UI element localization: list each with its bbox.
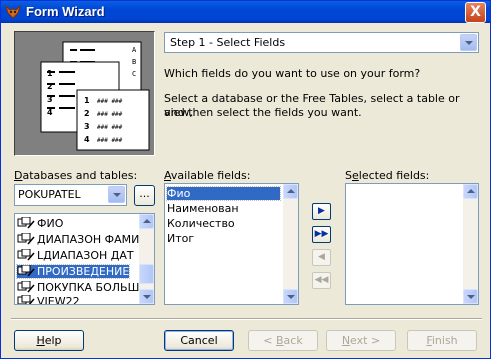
view-icon [17, 294, 35, 304]
available-fields-list[interactable]: Фио Наименован Количество Итог [164, 183, 299, 305]
list-item[interactable]: ПОКУПКА БОЛЬШЕ [17, 280, 146, 294]
selected-scrollbar[interactable] [463, 184, 478, 304]
row-cells: ### ### [97, 137, 123, 144]
row-number: 3 [84, 122, 90, 131]
row-number: 1 [47, 69, 53, 78]
list-item[interactable]: ДИАПАЗОН ФАМИ [17, 232, 139, 246]
table-pages-illustration: A B C 1 2 3 4 ### ### ### ### ### ### ##… [40, 41, 150, 151]
table-icon [17, 264, 35, 277]
scroll-up-icon[interactable] [139, 214, 154, 229]
finish-button[interactable]: Finish [407, 330, 477, 351]
list-item[interactable]: Итог [167, 232, 194, 245]
browse-button[interactable]: ... [134, 185, 155, 206]
form-wizard-window: Form Wizard X A B C 1 2 3 4 ### ### ### … [0, 0, 491, 359]
available-fields-label: Available fields: [164, 169, 251, 182]
row-number: 4 [47, 108, 53, 117]
scroll-thumb[interactable] [139, 264, 154, 284]
database-combo-value: POKUPATEL [18, 188, 81, 201]
wizard-illustration: A B C 1 2 3 4 ### ### ### ### ### ### ##… [14, 31, 155, 156]
row-number: 2 [84, 109, 90, 118]
tables-list[interactable]: ФИО ДИАПАЗОН ФАМИ LДИАПАЗОН ДАТ ПРОИЗВЕД… [14, 213, 155, 305]
back-button[interactable]: < Back [248, 330, 318, 351]
table-icon [17, 232, 35, 245]
row-number: 1 [84, 96, 90, 105]
add-field-button[interactable]: ▶ [312, 203, 331, 220]
col-letter: C [132, 70, 136, 78]
available-scrollbar[interactable] [283, 184, 298, 304]
close-icon: X [470, 4, 481, 20]
instruction-line-2: and then select the fields you want. [164, 106, 362, 119]
step-dropdown[interactable]: Step 1 - Select Fields [164, 32, 479, 53]
next-button[interactable]: Next > [326, 330, 396, 351]
title-bar[interactable]: Form Wizard X [1, 1, 490, 23]
cancel-button[interactable]: Cancel [164, 330, 234, 351]
scroll-track[interactable] [283, 200, 298, 288]
list-item[interactable]: ФИО [17, 216, 63, 230]
row-number: 3 [47, 95, 53, 104]
row-number: 2 [47, 82, 53, 91]
footer-divider [11, 318, 482, 320]
chevron-down-icon[interactable] [108, 186, 125, 203]
scroll-up-icon[interactable] [283, 184, 298, 199]
database-combo[interactable]: POKUPATEL [14, 184, 127, 206]
fox-app-icon [5, 4, 21, 19]
row-cells: ### ### [97, 111, 123, 118]
add-all-fields-button[interactable]: ▶▶ [312, 226, 331, 243]
table-icon [17, 248, 35, 261]
selected-fields-list[interactable] [345, 183, 479, 305]
window-title: Form Wizard [26, 4, 105, 19]
scroll-down-icon[interactable] [139, 289, 154, 304]
databases-label: Databases and tables: [14, 169, 138, 182]
table-icon [17, 216, 35, 229]
chevron-down-icon[interactable] [460, 34, 477, 51]
row-cells: ### ### [97, 98, 123, 105]
remove-field-button[interactable]: ◀ [312, 249, 331, 266]
close-button[interactable]: X [465, 2, 486, 23]
help-button[interactable]: Help [14, 330, 84, 351]
list-item[interactable]: VIEW22 [17, 294, 80, 304]
list-item-selected[interactable]: ПРОИЗВЕДЕНИЕ [15, 264, 131, 279]
remove-all-fields-button[interactable]: ◀◀ [312, 272, 331, 289]
selected-fields-label: Selected fields: [345, 169, 430, 182]
col-letter: B [132, 58, 136, 66]
question-text: Which fields do you want to use on your … [164, 67, 421, 80]
scroll-down-icon[interactable] [463, 289, 478, 304]
scroll-up-icon[interactable] [463, 184, 478, 199]
row-number: 4 [84, 135, 90, 144]
tables-scrollbar[interactable] [139, 214, 154, 304]
list-item[interactable]: LДИАПАЗОН ДАТ [17, 248, 134, 262]
row-cells: ### ### [97, 124, 123, 131]
list-item-selected[interactable]: Фио [166, 186, 281, 201]
step-dropdown-value: Step 1 - Select Fields [170, 36, 286, 49]
scroll-down-icon[interactable] [283, 289, 298, 304]
table-icon [17, 280, 35, 293]
list-item[interactable]: Наименован [167, 202, 239, 215]
list-item[interactable]: Количество [167, 217, 235, 230]
